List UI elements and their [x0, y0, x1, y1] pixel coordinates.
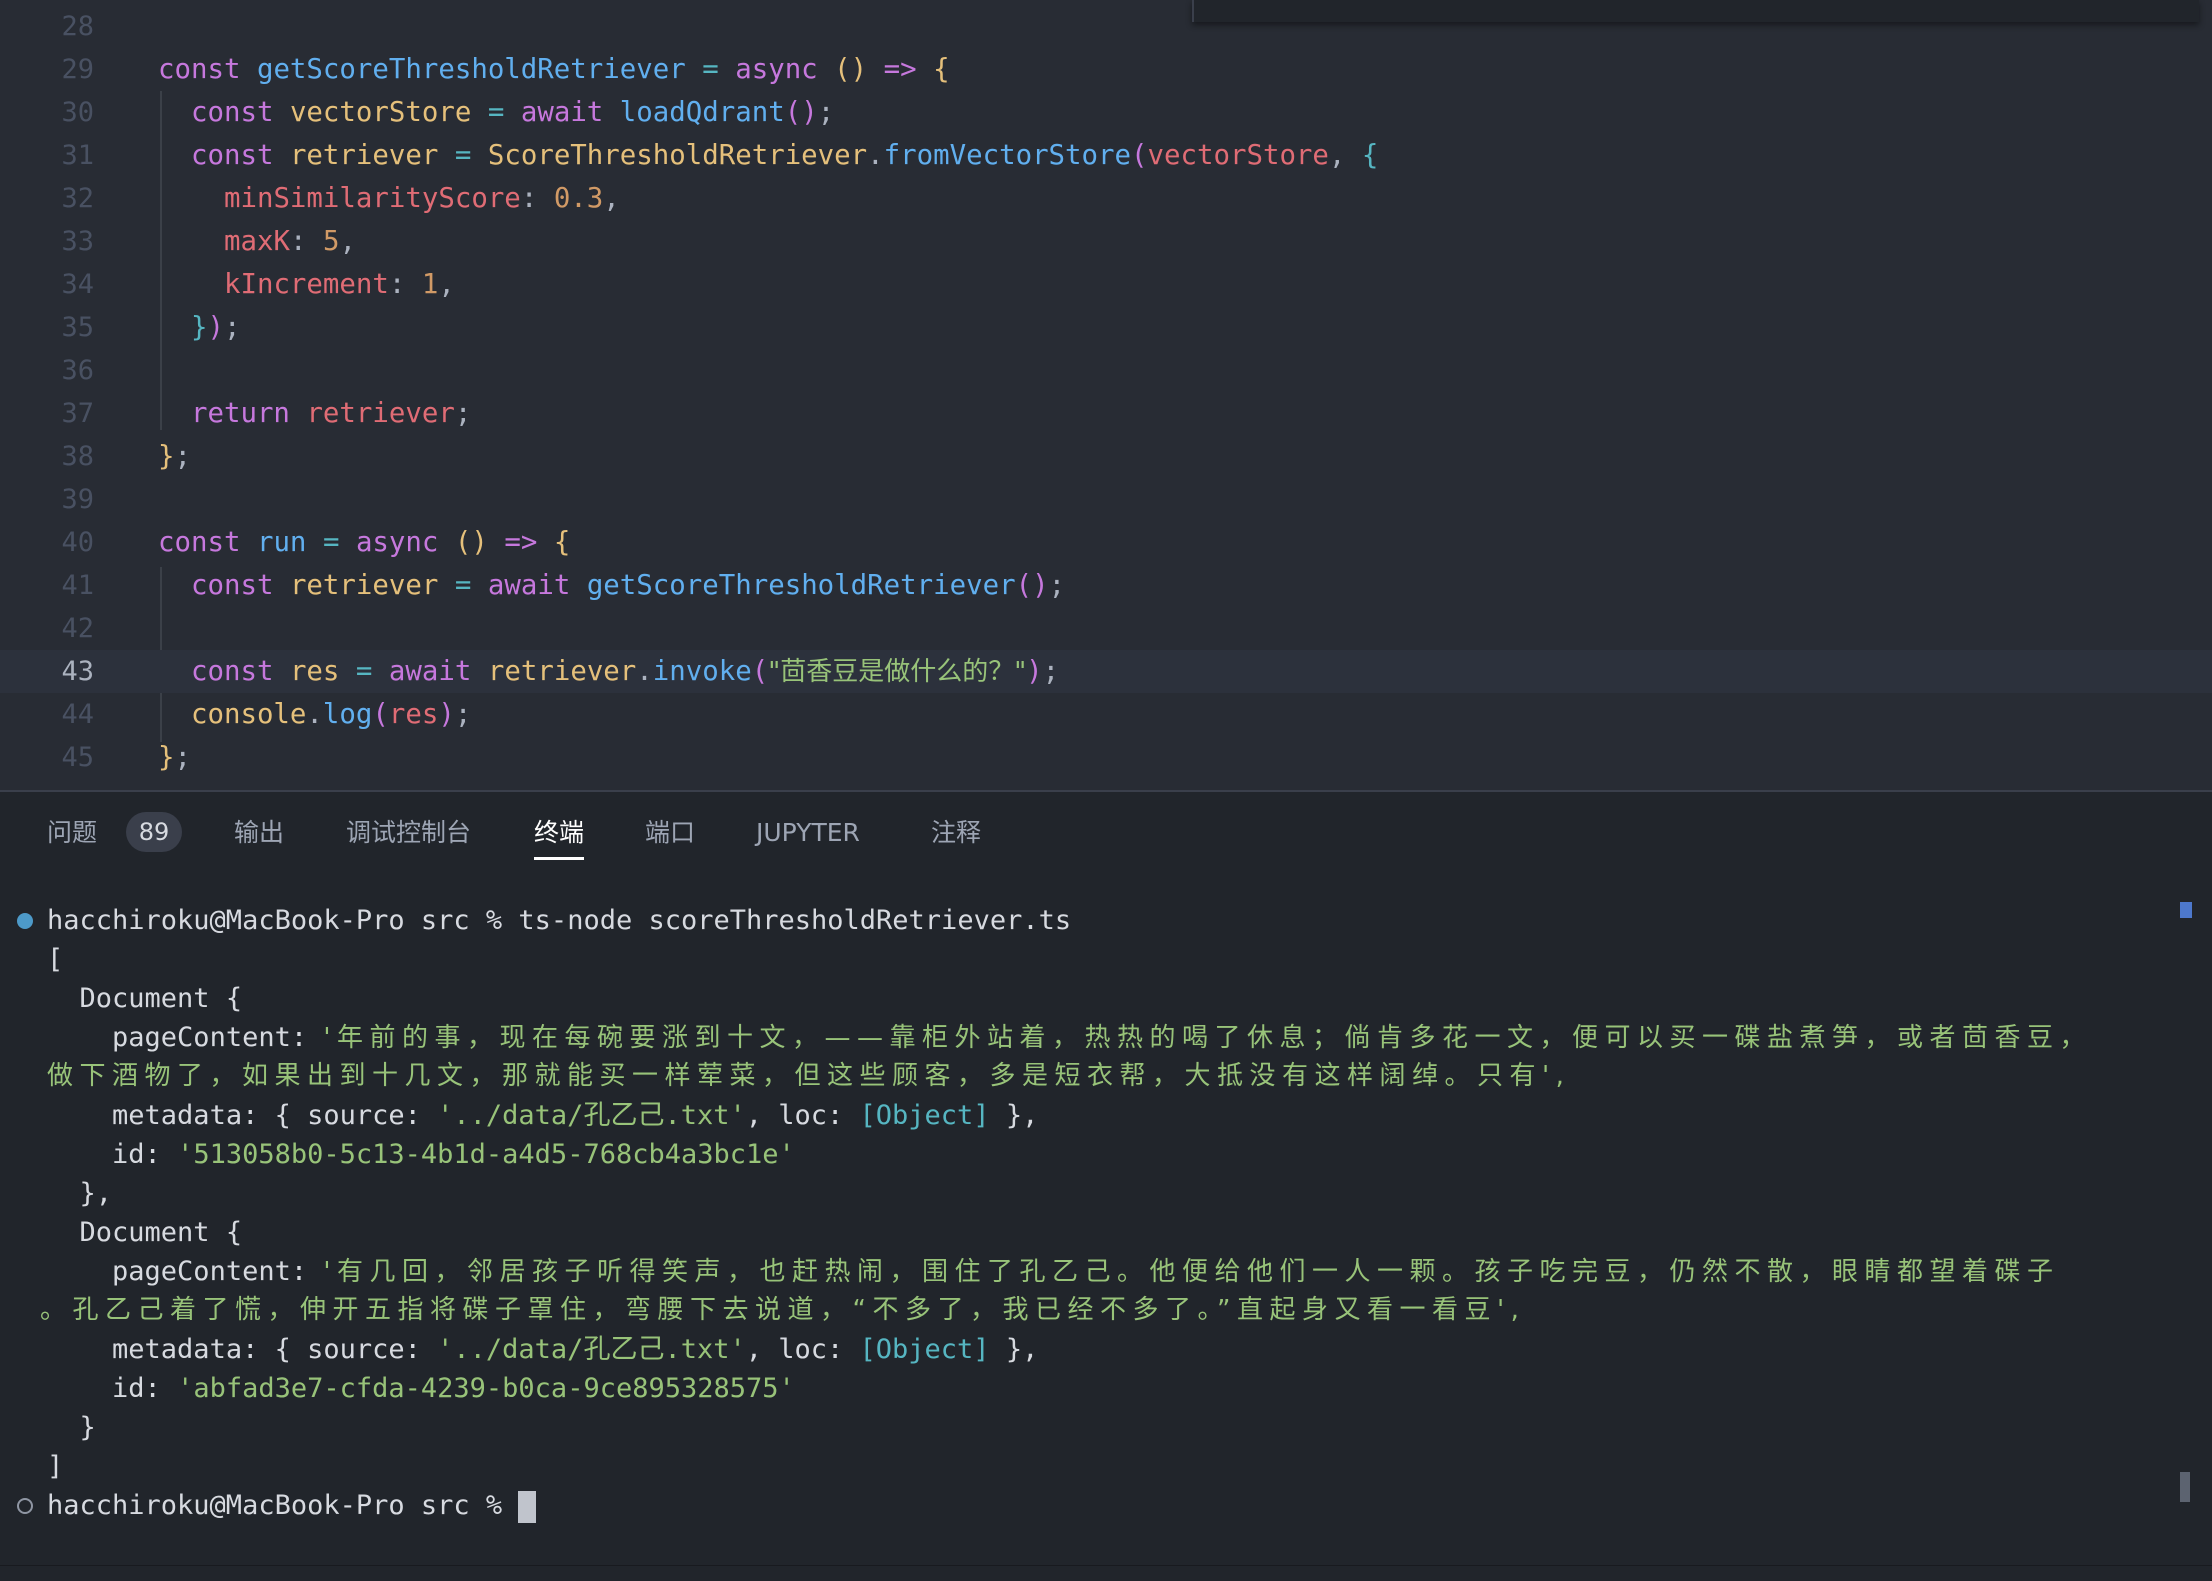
terminal-line: Document {: [79, 983, 243, 1014]
code-line-44[interactable]: 44 console.log(res);: [0, 693, 2212, 736]
line-number: 29: [61, 54, 94, 85]
line-number: 30: [61, 97, 94, 128]
tab-debug-console[interactable]: 调试控制台: [346, 816, 471, 850]
line-number: 31: [61, 140, 94, 171]
line-number: 40: [61, 527, 94, 558]
terminal-line: [: [47, 944, 64, 975]
tab-terminal[interactable]: 终端: [534, 816, 585, 860]
tab-jupyter[interactable]: JUPYTER: [756, 816, 860, 850]
code-line-42[interactable]: 42: [0, 607, 2212, 650]
code-text: const run = async () => {: [158, 527, 571, 558]
terminal-line: }: [79, 1412, 96, 1443]
terminal-line: pageContent: '有几回，邻居孩子听得笑声，也赶热闹，围住了孔乙己。他…: [112, 1256, 2060, 1287]
terminal-line: 。孔乙己着了慌，伸开五指将碟子罩住，弯腰下去说道，“不多了，我已经不多了。”直起…: [40, 1295, 1526, 1325]
tab-output[interactable]: 输出: [234, 816, 284, 850]
line-number: 28: [61, 11, 94, 42]
code-text: const res = await retriever.invoke("茴香豆是…: [190, 656, 1060, 687]
terminal-cursor: [518, 1490, 537, 1523]
line-number: 37: [61, 398, 94, 429]
terminal-prompt-line[interactable]: hacchiroku@MacBook-Pro src %: [47, 1486, 537, 1525]
code-line-36[interactable]: 36: [0, 349, 2212, 392]
line-number: 41: [61, 570, 94, 601]
code-text: console.log(res);: [190, 699, 472, 730]
command-success-dot-icon: [17, 913, 33, 929]
code-text: maxK: 5,: [223, 226, 356, 257]
terminal-line: pageContent: '年前的事，现在每碗要涨到十文，——靠柜外站着，热热的…: [112, 1022, 2093, 1053]
code-line-29[interactable]: 29 const getScoreThresholdRetriever = as…: [0, 48, 2212, 91]
code-line-30[interactable]: 30 const vectorStore = await loadQdrant(…: [0, 91, 2212, 134]
tab-ports[interactable]: 端口: [645, 816, 695, 850]
line-number: 36: [61, 355, 94, 386]
code-text: kIncrement: 1,: [223, 269, 455, 300]
line-number: 39: [61, 484, 94, 515]
code-line-37[interactable]: 37 return retriever;: [0, 392, 2212, 435]
code-text: };: [158, 441, 191, 472]
code-text: const vectorStore = await loadQdrant();: [190, 97, 835, 128]
line-number: 44: [61, 699, 94, 730]
terminal-line: metadata: { source: '../data/孔乙己.txt', l…: [112, 1334, 1039, 1365]
terminal-line: },: [79, 1178, 113, 1209]
line-number: 35: [61, 312, 94, 343]
terminal-line: id: 'abfad3e7-cfda-4239-b0ca-9ce89532857…: [112, 1373, 795, 1404]
terminal-scroll-marker: [2180, 1472, 2190, 1502]
code-text: const getScoreThresholdRetriever = async…: [158, 54, 950, 85]
code-line-28[interactable]: 28: [0, 5, 2212, 48]
status-bar: [0, 1565, 2212, 1581]
line-number: 34: [61, 269, 94, 300]
tab-problems[interactable]: 问题: [47, 816, 97, 850]
code-line-41[interactable]: 41 const retriever = await getScoreThres…: [0, 564, 2212, 607]
code-line-40[interactable]: 40 const run = async () => {: [0, 521, 2212, 564]
code-line-31[interactable]: 31 const retriever = ScoreThresholdRetri…: [0, 134, 2212, 177]
code-line-45[interactable]: 45 };: [0, 736, 2212, 779]
terminal-output[interactable]: hacchiroku@MacBook-Pro src % ts-node sco…: [0, 892, 2212, 1532]
code-line-39[interactable]: 39: [0, 478, 2212, 521]
terminal-line: metadata: { source: '../data/孔乙己.txt', l…: [112, 1100, 1039, 1131]
code-text: const retriever = ScoreThresholdRetrieve…: [190, 140, 1379, 171]
code-text: };: [158, 742, 191, 773]
code-line-38[interactable]: 38 };: [0, 435, 2212, 478]
code-text: });: [190, 312, 241, 343]
panel-tab-bar: 问题 89 输出 调试控制台 终端 端口 JUPYTER 注释: [0, 792, 2212, 872]
code-text: return retriever;: [190, 398, 472, 429]
problems-count-badge: 89: [126, 812, 182, 852]
code-line-33[interactable]: 33 maxK: 5,: [0, 220, 2212, 263]
line-number: 38: [61, 441, 94, 472]
terminal-line: Document {: [79, 1217, 243, 1248]
line-number: 45: [61, 742, 94, 773]
bottom-panel: 问题 89 输出 调试控制台 终端 端口 JUPYTER 注释 hacchiro…: [0, 790, 2212, 1567]
code-line-43-current[interactable]: 43 const res = await retriever.invoke("茴…: [0, 650, 2212, 693]
code-line-34[interactable]: 34 kIncrement: 1,: [0, 263, 2212, 306]
terminal-line: id: '513058b0-5c13-4b1d-a4d5-768cb4a3bc1…: [112, 1139, 795, 1170]
line-number: 42: [61, 613, 94, 644]
terminal-line: ]: [47, 1451, 64, 1482]
code-line-32[interactable]: 32 minSimilarityScore: 0.3,: [0, 177, 2212, 220]
terminal-scroll-marker: [2180, 902, 2192, 918]
prompt-idle-dot-icon: [17, 1498, 33, 1514]
code-editor[interactable]: 28 29 const getScoreThresholdRetriever =…: [0, 0, 2212, 790]
line-number: 33: [61, 226, 94, 257]
line-number: 32: [61, 183, 94, 214]
line-number: 43: [61, 656, 94, 687]
code-line-35[interactable]: 35 });: [0, 306, 2212, 349]
code-text: const retriever = await getScoreThreshol…: [190, 570, 1066, 601]
code-text: minSimilarityScore: 0.3,: [223, 183, 620, 214]
tab-comments[interactable]: 注释: [931, 816, 981, 850]
terminal-command-line: hacchiroku@MacBook-Pro src % ts-node sco…: [47, 905, 1072, 936]
terminal-line: 做下酒物了，如果出到十几文，那就能买一样荤菜，但这些顾客，多是短衣帮，大抵没有这…: [47, 1061, 1571, 1091]
